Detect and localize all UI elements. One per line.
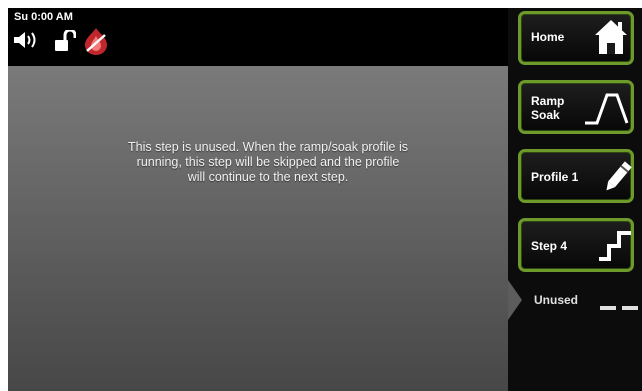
profile-button-label: Profile 1 bbox=[531, 170, 579, 184]
alarm-flame-icon[interactable] bbox=[81, 26, 111, 61]
step-type-label: Unused bbox=[534, 293, 579, 307]
home-button[interactable]: Home bbox=[518, 11, 634, 65]
ramp-soak-label-line1: Ramp bbox=[531, 94, 565, 108]
unlock-icon[interactable] bbox=[54, 28, 77, 57]
speaker-icon[interactable] bbox=[13, 30, 41, 55]
step-type-selector[interactable]: Unused bbox=[508, 272, 642, 332]
unused-step-message: This step is unused. When the ramp/soak … bbox=[128, 140, 408, 184]
home-icon bbox=[593, 18, 629, 59]
home-button-label: Home bbox=[531, 30, 565, 44]
pencil-icon bbox=[601, 158, 633, 199]
clock-display[interactable]: Su 0:00 AM bbox=[14, 11, 73, 23]
profile-button[interactable]: Profile 1 bbox=[518, 149, 634, 203]
controller-screen: Su 0:00 AM This step is unused. When the bbox=[8, 8, 642, 391]
step-button[interactable]: Step 4 bbox=[518, 218, 634, 272]
navigation-sidebar: Home Ramp Soak Profile 1 Step 4 Unused bbox=[508, 8, 642, 391]
ramp-soak-icon bbox=[583, 91, 631, 130]
step-detail-panel: This step is unused. When the ramp/soak … bbox=[8, 66, 508, 391]
step-icon bbox=[597, 229, 633, 266]
ramp-soak-label-line2: Soak bbox=[531, 108, 560, 122]
ramp-soak-button[interactable]: Ramp Soak bbox=[518, 80, 634, 134]
step-button-label: Step 4 bbox=[531, 239, 568, 253]
dash-line-icon bbox=[600, 298, 640, 316]
selection-pointer-icon bbox=[508, 280, 522, 320]
status-bar: Su 0:00 AM bbox=[8, 8, 508, 66]
